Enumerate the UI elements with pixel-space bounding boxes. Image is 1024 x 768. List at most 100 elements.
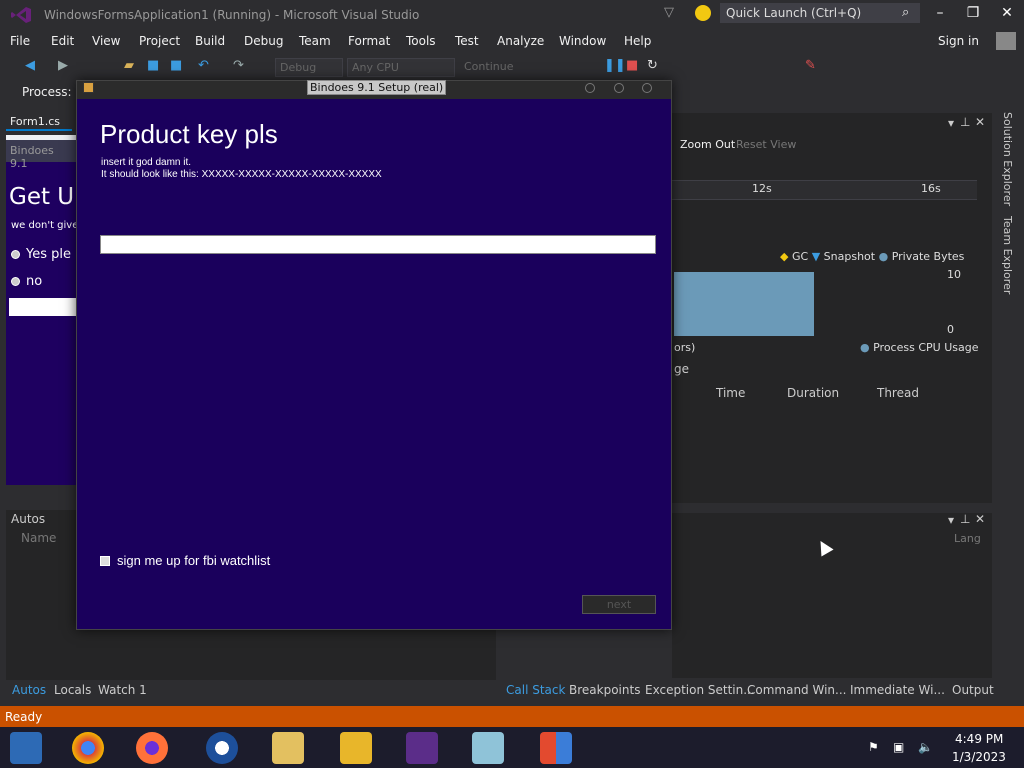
product-key-input[interactable] (100, 235, 656, 254)
col-time[interactable]: Time (716, 386, 745, 400)
save-icon[interactable]: ■ (147, 58, 159, 73)
tab-command-window[interactable]: Command Win... (747, 683, 846, 697)
form-textbox[interactable] (9, 298, 76, 316)
dialog-app-icon (83, 82, 94, 93)
menu-file[interactable]: File (10, 34, 30, 48)
call-stack-panel (672, 513, 992, 678)
menu-view[interactable]: View (92, 34, 120, 48)
save-all-icon[interactable]: ■ (170, 58, 182, 73)
tab-autos[interactable]: Autos (12, 683, 46, 697)
menu-window[interactable]: Window (559, 34, 606, 48)
menu-debug[interactable]: Debug (244, 34, 283, 48)
menu-format[interactable]: Format (348, 34, 390, 48)
browser-logo-icon[interactable] (206, 732, 238, 764)
menu-build[interactable]: Build (195, 34, 225, 48)
stop-icon[interactable]: ■ (626, 58, 638, 73)
dialog-minimize-button[interactable] (585, 83, 595, 93)
snapshot-icon: ▼ (811, 250, 821, 263)
dialog-maximize-button[interactable] (614, 83, 624, 93)
maximize-button[interactable]: ❐ (963, 5, 983, 21)
cpu-legend-label: Process CPU Usage (873, 341, 979, 354)
panel-dropdown-icon[interactable]: ▾ (948, 116, 954, 130)
configuration-select[interactable]: Debug (275, 58, 343, 77)
radio-yes-label: Yes ple (26, 247, 71, 262)
search-icon[interactable]: ⌕ (902, 5, 909, 20)
setup-app-icon[interactable] (540, 732, 572, 764)
tick-12s: 12s (752, 182, 772, 195)
product-key-heading: Product key pls (100, 119, 278, 149)
tab-form1-cs[interactable]: Form1.cs (6, 113, 72, 131)
account-avatar-icon[interactable] (996, 32, 1016, 50)
firefox-icon[interactable] (136, 732, 168, 764)
menu-team[interactable]: Team (299, 34, 331, 48)
volume-icon[interactable]: 🔈 (918, 740, 933, 754)
menu-tools[interactable]: Tools (406, 34, 436, 48)
cpu-usage-icon: ● (860, 341, 870, 354)
app-three-icon[interactable] (340, 732, 372, 764)
autos-title: Autos (11, 512, 46, 526)
autos-name-column: Name (21, 531, 57, 545)
feedback-smiley-icon[interactable] (695, 5, 711, 21)
tab-watch-1[interactable]: Watch 1 (98, 683, 147, 697)
minimize-button[interactable]: – (930, 5, 950, 21)
tab-breakpoints[interactable]: Breakpoints (569, 683, 640, 697)
flag-icon[interactable]: ⚑ (868, 740, 879, 754)
close-button[interactable]: ✕ (997, 5, 1017, 21)
horizontal-scrollbar[interactable] (6, 485, 76, 500)
undo-icon[interactable]: ↶ (198, 58, 209, 73)
panel-close-icon[interactable]: ✕ (975, 512, 985, 526)
panel-close-icon[interactable]: ✕ (975, 115, 985, 129)
sign-in-link[interactable]: Sign in (938, 34, 979, 48)
panel-dropdown-icon[interactable]: ▾ (948, 513, 954, 527)
chrome-icon[interactable] (72, 732, 104, 764)
open-folder-icon[interactable]: ▰ (124, 58, 134, 73)
private-bytes-icon: ● (878, 250, 889, 263)
pin-icon[interactable]: ⊥ (960, 512, 970, 526)
notification-filter-icon[interactable]: ▽ (664, 5, 674, 20)
menu-help[interactable]: Help (624, 34, 651, 48)
menu-edit[interactable]: Edit (51, 34, 74, 48)
menu-test[interactable]: Test (455, 34, 479, 48)
events-header-fragment: ge (674, 362, 689, 376)
col-duration[interactable]: Duration (787, 386, 839, 400)
redo-icon[interactable]: ↷ (233, 58, 244, 73)
lang-column: Lang (954, 532, 981, 545)
start-orb-icon[interactable] (10, 732, 42, 764)
zoom-out-button[interactable]: Zoom Out (680, 138, 735, 151)
menu-analyze[interactable]: Analyze (497, 34, 544, 48)
fbi-watchlist-checkbox[interactable] (100, 556, 110, 566)
file-explorer-icon[interactable] (272, 732, 304, 764)
fbi-watchlist-label[interactable]: sign me up for fbi watchlist (117, 553, 270, 568)
tab-call-stack[interactable]: Call Stack (506, 683, 565, 697)
tab-immediate-window[interactable]: Immediate Wi... (850, 683, 945, 697)
clock-time[interactable]: 4:49 PM (955, 732, 1003, 746)
reset-view-button[interactable]: Reset View (736, 138, 796, 151)
breakpoint-toggle-icon[interactable]: ✎ (805, 58, 816, 73)
continue-button[interactable]: Continue (460, 58, 546, 77)
platform-select[interactable]: Any CPU (347, 58, 455, 77)
radio-no[interactable] (11, 277, 20, 286)
restart-icon[interactable]: ↻ (647, 58, 658, 73)
visual-studio-taskbar-icon[interactable] (406, 732, 438, 764)
menu-project[interactable]: Project (139, 34, 180, 48)
pin-icon[interactable]: ⊥ (960, 115, 970, 129)
form-preview-title: Bindoes 9.1 (6, 140, 76, 170)
clock-date[interactable]: 1/3/2023 (952, 750, 1006, 764)
forward-icon[interactable]: ▶ (58, 58, 68, 73)
pause-icon[interactable]: ❚❚ (604, 58, 626, 73)
notes-app-icon[interactable] (472, 732, 504, 764)
radio-yes[interactable] (11, 250, 20, 259)
tab-locals[interactable]: Locals (54, 683, 91, 697)
dialog-close-button[interactable] (642, 83, 652, 93)
quick-launch-input[interactable]: Quick Launch (Ctrl+Q) (720, 3, 920, 23)
tab-exception-settings[interactable]: Exception Settin... (645, 683, 755, 697)
tab-team-explorer[interactable]: Team Explorer (1001, 216, 1014, 294)
visual-studio-logo-icon (10, 6, 32, 24)
next-button[interactable]: next (582, 595, 656, 614)
tab-solution-explorer[interactable]: Solution Explorer (1001, 112, 1014, 206)
network-icon[interactable]: ▣ (893, 740, 904, 754)
col-thread[interactable]: Thread (877, 386, 919, 400)
back-icon[interactable]: ◀ (25, 58, 35, 73)
product-key-format-hint: It should look like this: XXXXX-XXXXX-XX… (101, 169, 382, 180)
tab-output[interactable]: Output (952, 683, 994, 697)
